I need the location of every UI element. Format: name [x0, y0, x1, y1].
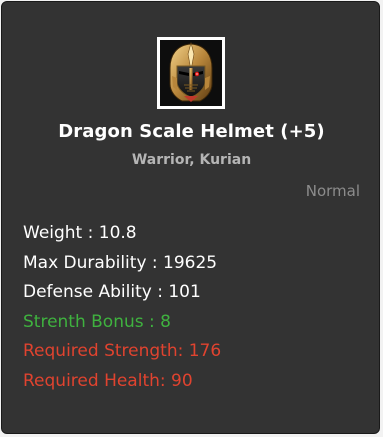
item-stats-list: Weight : 10.8 Max Durability : 19625 Def…: [23, 219, 221, 396]
stat-defense-ability: Defense Ability : 101: [23, 282, 201, 302]
dragon-scale-helmet-icon: [160, 40, 222, 106]
item-name: Dragon Scale Helmet (+5): [58, 121, 325, 142]
item-classes: Warrior, Kurian: [131, 152, 252, 168]
item-tooltip: Dragon Scale Helmet (+5) Warrior, Kurian…: [1, 1, 380, 434]
item-grade: Normal: [305, 182, 360, 200]
stat-weight: Weight : 10.8: [23, 223, 137, 243]
stat-required-health: Required Health: 90: [23, 370, 193, 391]
stat-max-durability: Max Durability : 19625: [23, 252, 218, 273]
stat-required-strength: Required Strength: 176: [23, 341, 222, 361]
stat-strength-bonus: Strenth Bonus : 8: [23, 311, 171, 332]
item-icon-frame: [157, 37, 225, 109]
